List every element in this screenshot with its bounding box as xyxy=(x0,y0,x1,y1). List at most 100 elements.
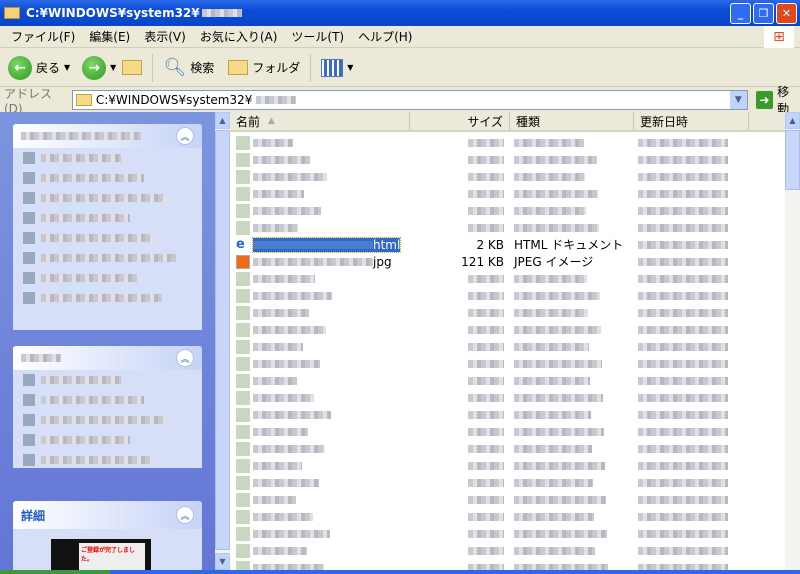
task-link[interactable] xyxy=(13,208,202,228)
redacted-text xyxy=(41,234,153,242)
views-icon xyxy=(321,58,344,77)
redacted-text xyxy=(253,444,325,453)
menu-favorites[interactable]: お気に入り(A) xyxy=(193,28,285,45)
file-row[interactable] xyxy=(230,525,785,542)
redacted-text xyxy=(638,428,728,436)
collapse-icon[interactable]: ︽ xyxy=(176,127,194,145)
file-row[interactable] xyxy=(230,304,785,321)
redacted-text xyxy=(41,154,121,162)
file-row[interactable] xyxy=(230,423,785,440)
jpeg-file-icon xyxy=(236,254,250,269)
file-icon xyxy=(236,186,250,201)
menu-view[interactable]: 表示(V) xyxy=(137,28,193,45)
file-row[interactable] xyxy=(230,457,785,474)
task-icon xyxy=(23,212,35,224)
go-arrow-icon: ➜ xyxy=(755,91,774,109)
maximize-button[interactable]: ❐ xyxy=(753,3,774,24)
file-row[interactable] xyxy=(230,202,785,219)
window-title: C:¥WINDOWS¥system32¥ xyxy=(26,6,200,20)
file-row[interactable] xyxy=(230,168,785,185)
task-link[interactable] xyxy=(13,390,202,410)
file-row[interactable] xyxy=(230,542,785,559)
menu-help[interactable]: ヘルプ(H) xyxy=(351,28,419,45)
task-link[interactable] xyxy=(13,168,202,188)
column-size-label: サイズ xyxy=(467,114,503,129)
scroll-down-icon[interactable]: ▼ xyxy=(215,553,230,570)
redacted-text xyxy=(253,478,319,487)
redacted-text xyxy=(253,376,297,385)
redacted-text xyxy=(638,479,728,487)
up-folder-button[interactable] xyxy=(122,60,143,75)
folders-button[interactable]: フォルダ xyxy=(228,59,300,76)
close-button[interactable]: ✕ xyxy=(776,3,797,24)
file-row[interactable] xyxy=(230,406,785,423)
file-row[interactable]: e html 2 KB HTML ドキュメント xyxy=(230,236,785,253)
redacted-text xyxy=(41,294,162,302)
file-list-scrollbar[interactable]: ▲ xyxy=(785,112,800,574)
column-type[interactable]: 種類 xyxy=(510,112,634,130)
file-row[interactable] xyxy=(230,491,785,508)
redacted-text xyxy=(253,461,302,470)
views-button[interactable]: ▼ xyxy=(321,58,353,77)
redacted-text xyxy=(638,292,728,300)
file-row[interactable] xyxy=(230,219,785,236)
task-link[interactable] xyxy=(13,410,202,430)
file-row[interactable] xyxy=(230,287,785,304)
column-type-label: 種類 xyxy=(516,114,541,129)
address-dropdown-icon[interactable]: ▼ xyxy=(729,91,747,109)
task-icon xyxy=(23,152,35,164)
collapse-icon[interactable]: ︽ xyxy=(176,349,194,367)
task-link[interactable] xyxy=(13,450,202,470)
redacted-text xyxy=(468,139,504,147)
task-link[interactable] xyxy=(13,248,202,268)
redacted-text xyxy=(253,189,304,198)
file-row[interactable] xyxy=(230,389,785,406)
file-row[interactable] xyxy=(230,151,785,168)
file-row[interactable] xyxy=(230,474,785,491)
file-icon xyxy=(236,458,250,473)
column-size[interactable]: サイズ xyxy=(410,112,510,130)
redacted-text xyxy=(253,427,308,436)
task-link[interactable] xyxy=(13,288,202,308)
search-button[interactable]: 🔍︎ 検索 xyxy=(163,57,214,78)
menu-file[interactable]: ファイル(F) xyxy=(4,28,82,45)
file-row[interactable] xyxy=(230,185,785,202)
back-button[interactable]: ← 戻る ▼ xyxy=(8,55,70,80)
redacted-text xyxy=(468,343,504,351)
address-input[interactable]: C:¥WINDOWS¥system32¥ ▼ xyxy=(71,90,748,110)
details-panel: 詳細 ︽ ご登録が完了しました。 xyxy=(13,501,202,574)
forward-button[interactable]: → ▼ xyxy=(82,55,116,80)
redacted-text xyxy=(638,411,728,419)
file-row[interactable] xyxy=(230,355,785,372)
column-name[interactable]: 名前 ▲ xyxy=(230,112,410,130)
file-row[interactable] xyxy=(230,134,785,151)
menu-edit[interactable]: 編集(E) xyxy=(82,28,137,45)
scroll-up-icon[interactable]: ▲ xyxy=(785,112,800,129)
task-link[interactable] xyxy=(13,430,202,450)
collapse-icon[interactable]: ︽ xyxy=(176,506,194,524)
file-row[interactable] xyxy=(230,321,785,338)
left-pane-scrollbar[interactable]: ▲ ▼ xyxy=(215,112,230,574)
minimize-button[interactable]: _ xyxy=(730,3,751,24)
task-link[interactable] xyxy=(13,228,202,248)
file-icon xyxy=(236,441,250,456)
task-link[interactable] xyxy=(13,370,202,390)
file-row[interactable] xyxy=(230,338,785,355)
task-link[interactable] xyxy=(13,268,202,288)
column-modified[interactable]: 更新日時 xyxy=(634,112,749,130)
file-row[interactable] xyxy=(230,508,785,525)
task-link[interactable] xyxy=(13,148,202,168)
scroll-up-icon[interactable]: ▲ xyxy=(215,112,230,129)
file-row[interactable]: jpg 121 KB JPEG イメージ xyxy=(230,253,785,270)
redacted-text xyxy=(21,132,141,140)
scroll-thumb[interactable] xyxy=(785,130,800,190)
file-row[interactable] xyxy=(230,440,785,457)
redacted-text xyxy=(253,325,326,334)
menu-tools[interactable]: ツール(T) xyxy=(284,28,351,45)
file-row[interactable] xyxy=(230,372,785,389)
task-link[interactable] xyxy=(13,188,202,208)
scroll-thumb[interactable] xyxy=(215,130,230,550)
file-icon xyxy=(236,356,250,371)
file-row[interactable] xyxy=(230,270,785,287)
redacted-text xyxy=(468,309,504,317)
